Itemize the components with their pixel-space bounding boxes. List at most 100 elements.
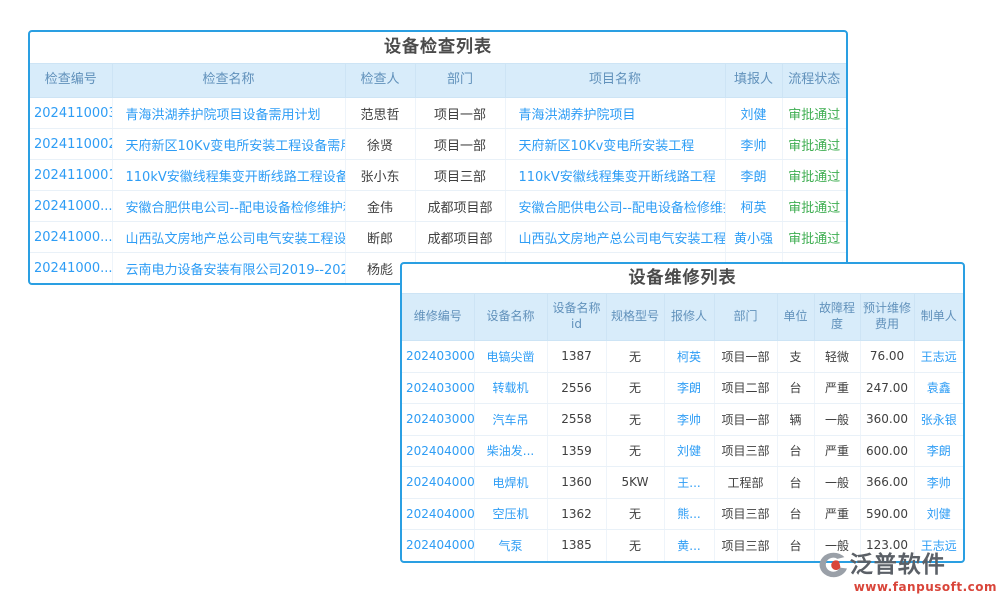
cell-link[interactable]: 王... xyxy=(664,467,714,499)
cell-link[interactable]: 2024030003 xyxy=(402,404,474,436)
cell-link[interactable]: 2024030002 xyxy=(402,372,474,404)
cell: 张小东 xyxy=(345,160,415,191)
cell-link[interactable]: 110kV安徽线程集变开断线路工程 xyxy=(505,160,725,191)
cell-link[interactable]: 2024110001 xyxy=(30,160,112,191)
cell-link[interactable]: 安徽合肥供电公司--配电设备检修维护... xyxy=(505,191,725,222)
cell-link[interactable]: 李帅 xyxy=(725,129,782,160)
cell-link[interactable]: 转载机 xyxy=(474,372,547,404)
column-header: 流程状态 xyxy=(782,64,846,98)
cell-link[interactable]: 2024040004 xyxy=(402,530,474,561)
cell-link[interactable]: 2024030001 xyxy=(402,341,474,373)
column-header: 维修编号 xyxy=(402,294,474,341)
cell: 1360 xyxy=(547,467,606,499)
cell: 严重 xyxy=(814,435,860,467)
cell-link[interactable]: 柯英 xyxy=(725,191,782,222)
cell-link[interactable]: 110kV安徽线程集变开断线路工程设备需... xyxy=(112,160,345,191)
cell: 项目二部 xyxy=(714,372,777,404)
cell: 项目一部 xyxy=(714,341,777,373)
cell-link[interactable]: 天府新区10Kv变电所安装工程 xyxy=(505,129,725,160)
cell-link[interactable]: 王志远 xyxy=(914,341,963,373)
cell-link[interactable]: 2024040002 xyxy=(402,467,474,499)
repair-table-body: 2024030001电镐尖凿1387无柯英项目一部支轻微76.00王志远2024… xyxy=(402,341,963,561)
cell: 轻微 xyxy=(814,341,860,373)
cell: 范思哲 xyxy=(345,98,415,129)
cell-link[interactable]: 空压机 xyxy=(474,498,547,530)
cell-status: 审批通过 xyxy=(782,222,846,253)
column-header: 报修人 xyxy=(664,294,714,341)
cell-link[interactable]: 袁鑫 xyxy=(914,372,963,404)
cell-link[interactable]: 2024110002 xyxy=(30,129,112,160)
cell-status: 审批通过 xyxy=(782,129,846,160)
cell-link[interactable]: 张永银 xyxy=(914,404,963,436)
cell-link[interactable]: 青海洪湖养护院项目设备需用计划 xyxy=(112,98,345,129)
cell: 1385 xyxy=(547,530,606,561)
cell: 590.00 xyxy=(860,498,914,530)
cell: 项目三部 xyxy=(714,435,777,467)
repair-table: 维修编号设备名称设备名称id规格型号报修人部门单位故障程度预计维修费用制单人 2… xyxy=(402,293,963,561)
fanpu-logo: 泛普软件 www.fanpusoft.com xyxy=(818,551,997,594)
column-header: 部门 xyxy=(415,64,505,98)
cell: 项目三部 xyxy=(714,530,777,561)
cell: 2556 xyxy=(547,372,606,404)
cell-link[interactable]: 青海洪湖养护院项目 xyxy=(505,98,725,129)
cell-status: 审批通过 xyxy=(782,160,846,191)
column-header: 单位 xyxy=(777,294,814,341)
cell-link[interactable]: 20241000... xyxy=(30,253,112,284)
cell-link[interactable]: 山西弘文房地产总公司电气安装工程 xyxy=(505,222,725,253)
table-row: 2024030003汽车吊2558无李帅项目一部辆一般360.00张永银 xyxy=(402,404,963,436)
cell: 成都项目部 xyxy=(415,191,505,222)
cell-link[interactable]: 云南电力设备安装有限公司2019--2020年... xyxy=(112,253,345,284)
cell-link[interactable]: 刘健 xyxy=(664,435,714,467)
column-header: 检查名称 xyxy=(112,64,345,98)
cell-link[interactable]: 李朗 xyxy=(664,372,714,404)
cell: 徐贤 xyxy=(345,129,415,160)
cell-link[interactable]: 柴油发... xyxy=(474,435,547,467)
table-row: 2024040003空压机1362无熊...项目三部台严重590.00刘健 xyxy=(402,498,963,530)
cell-link[interactable]: 刘健 xyxy=(914,498,963,530)
table-row: 2024040001柴油发...1359无刘健项目三部台严重600.00李朗 xyxy=(402,435,963,467)
fanpu-logo-icon xyxy=(818,551,848,579)
cell-link[interactable]: 20241000... xyxy=(30,191,112,222)
column-header: 项目名称 xyxy=(505,64,725,98)
cell: 247.00 xyxy=(860,372,914,404)
cell-status: 审批通过 xyxy=(782,191,846,222)
table-row: 2024030002转载机2556无李朗项目二部台严重247.00袁鑫 xyxy=(402,372,963,404)
cell: 工程部 xyxy=(714,467,777,499)
cell-link[interactable]: 熊... xyxy=(664,498,714,530)
cell-link[interactable]: 20241000... xyxy=(30,222,112,253)
cell: 成都项目部 xyxy=(415,222,505,253)
cell: 5KW xyxy=(606,467,664,499)
cell-link[interactable]: 李朗 xyxy=(725,160,782,191)
repair-list-title: 设备维修列表 xyxy=(402,264,963,293)
cell-link[interactable]: 李帅 xyxy=(664,404,714,436)
cell: 76.00 xyxy=(860,341,914,373)
cell-link[interactable]: 黄... xyxy=(664,530,714,561)
cell-link[interactable]: 刘健 xyxy=(725,98,782,129)
column-header: 制单人 xyxy=(914,294,963,341)
cell-link[interactable]: 汽车吊 xyxy=(474,404,547,436)
cell-link[interactable]: 黄小强 xyxy=(725,222,782,253)
cell-link[interactable]: 气泵 xyxy=(474,530,547,561)
cell-link[interactable]: 李朗 xyxy=(914,435,963,467)
cell-link[interactable]: 2024110003 xyxy=(30,98,112,129)
cell-link[interactable]: 天府新区10Kv变电所安装工程设备需用计划 xyxy=(112,129,345,160)
cell-link[interactable]: 2024040003 xyxy=(402,498,474,530)
cell-link[interactable]: 电镐尖凿 xyxy=(474,341,547,373)
cell: 2558 xyxy=(547,404,606,436)
inspection-list-title: 设备检查列表 xyxy=(30,32,846,63)
cell-link[interactable]: 安徽合肥供电公司--配电设备检修维护和... xyxy=(112,191,345,222)
cell-link[interactable]: 李帅 xyxy=(914,467,963,499)
cell: 1359 xyxy=(547,435,606,467)
cell-link[interactable]: 2024040001 xyxy=(402,435,474,467)
table-row: 2024040002电焊机13605KW王...工程部台一般366.00李帅 xyxy=(402,467,963,499)
cell: 项目三部 xyxy=(714,498,777,530)
cell: 360.00 xyxy=(860,404,914,436)
cell: 金伟 xyxy=(345,191,415,222)
column-header: 预计维修费用 xyxy=(860,294,914,341)
cell-link[interactable]: 山西弘文房地产总公司电气安装工程设备... xyxy=(112,222,345,253)
cell-link[interactable]: 柯英 xyxy=(664,341,714,373)
cell: 366.00 xyxy=(860,467,914,499)
cell-link[interactable]: 电焊机 xyxy=(474,467,547,499)
cell: 无 xyxy=(606,341,664,373)
cell: 断郎 xyxy=(345,222,415,253)
